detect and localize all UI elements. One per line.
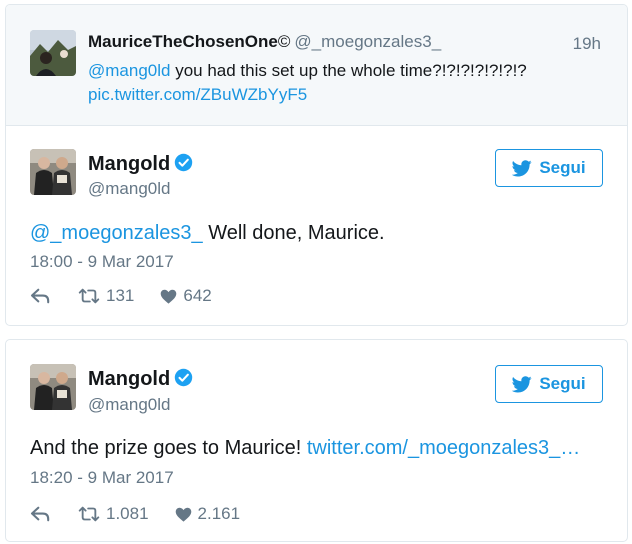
parent-tweet-text: @mang0ld you had this set up the whole t… (88, 61, 527, 104)
follow-button[interactable]: Segui (495, 365, 603, 403)
reply-icon[interactable] (30, 505, 52, 523)
avatar[interactable] (30, 364, 76, 410)
verified-badge-icon (175, 368, 193, 387)
retweet-icon (78, 506, 100, 522)
heart-icon (175, 507, 191, 522)
author-name[interactable]: Mangold (88, 153, 193, 176)
avatar[interactable] (30, 30, 76, 76)
follow-label: Segui (539, 374, 586, 393)
bird-icon (512, 159, 533, 176)
follow-label: Segui (539, 158, 586, 177)
tweet-text: @_moegonzales3_ Well done, Maurice. (30, 222, 385, 244)
retweet-count: 131 (106, 286, 135, 305)
mention-link[interactable]: @mang0ld (88, 61, 170, 80)
bird-icon (512, 375, 533, 392)
author-handle[interactable]: @mang0ld (88, 395, 170, 415)
retweet-icon (78, 288, 100, 304)
verified-badge-icon (175, 153, 193, 172)
tweet-actions: 131 642 (30, 286, 212, 306)
like-action[interactable]: 642 (160, 286, 212, 306)
retweet-count: 1.081 (106, 504, 149, 523)
author-name[interactable]: Mangold (88, 368, 193, 391)
tweet-text: And the prize goes to Maurice! twitter.c… (30, 437, 581, 459)
parent-tweet-time[interactable]: 19h (573, 34, 601, 54)
avatar[interactable] (30, 149, 76, 195)
tweet-actions: 1.081 2.161 (30, 504, 240, 524)
parent-author-handle[interactable]: @_moegonzales3_ (294, 32, 441, 51)
parent-author-name[interactable]: MauriceTheChosenOne© @_moegonzales3_ (88, 32, 441, 52)
tweet-link[interactable]: twitter.com/_moegonzales3_… (307, 437, 580, 459)
like-action[interactable]: 2.161 (175, 504, 241, 524)
author-handle[interactable]: @mang0ld (88, 179, 170, 199)
heart-icon (161, 289, 177, 304)
retweet-action[interactable]: 1.081 (78, 504, 149, 524)
reply-icon[interactable] (30, 287, 52, 305)
mention-link[interactable]: @_moegonzales3_ (30, 222, 203, 244)
embedded-tweet-card-2: Mangold @mang0ld Segui And the prize goe… (5, 339, 628, 542)
like-count: 2.161 (197, 504, 241, 523)
retweet-action[interactable]: 131 (78, 286, 134, 306)
follow-button[interactable]: Segui (495, 149, 603, 187)
tweet-timestamp[interactable]: 18:00 - 9 Mar 2017 (30, 252, 174, 272)
tweet-timestamp[interactable]: 18:20 - 9 Mar 2017 (30, 468, 174, 488)
parent-tweet[interactable]: MauriceTheChosenOne© @_moegonzales3_ 19h … (6, 5, 627, 126)
media-link[interactable]: pic.twitter.com/ZBuWZbYyF5 (88, 85, 307, 104)
name-symbol: © (277, 32, 291, 51)
like-count: 642 (183, 286, 212, 305)
embedded-tweet-card-1: MauriceTheChosenOne© @_moegonzales3_ 19h … (5, 4, 628, 326)
